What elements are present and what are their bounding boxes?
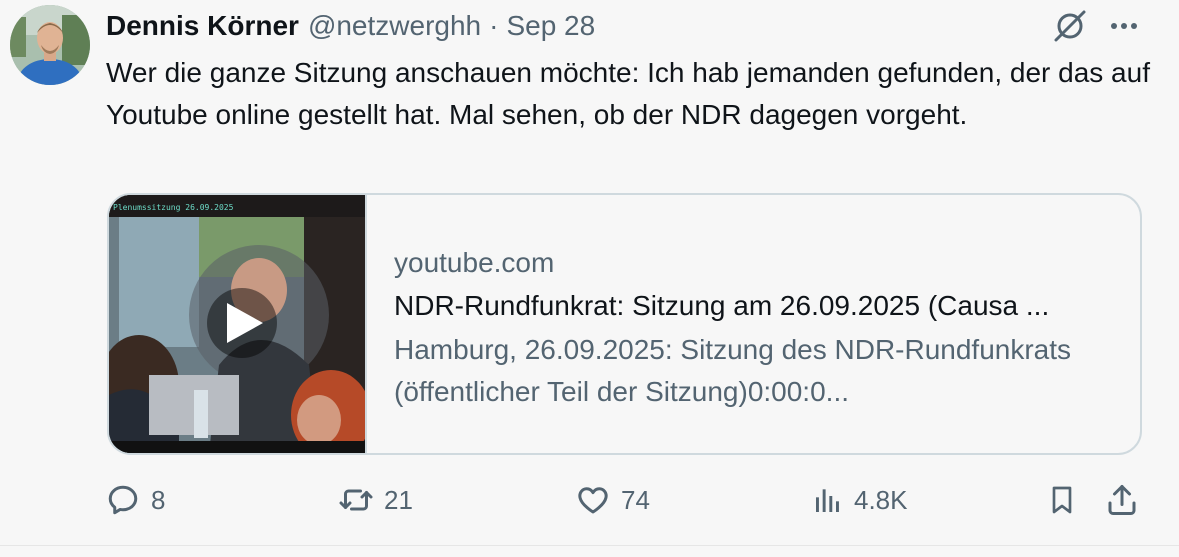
tweet[interactable]: Dennis Körner @netzwerghh · Sep 28 Wer d… [0, 0, 1179, 557]
tweet-text: Wer die ganze Sitzung anschauen möchte: … [106, 57, 1150, 130]
retweet-count: 21 [384, 484, 413, 515]
separator: · [489, 10, 499, 41]
divider [0, 545, 1179, 546]
bookmark-icon [1052, 486, 1072, 514]
card-title[interactable]: NDR-Rundfunkrat: Sitzung am 26.09.2025 (… [394, 285, 1114, 327]
thumbnail-caption: Plenumssitzung 26.09.2025 [113, 203, 234, 212]
views-count: 4.8K [854, 484, 908, 515]
bookmark-button[interactable] [1046, 478, 1078, 522]
share-icon [1108, 485, 1136, 515]
grok-icon[interactable] [1050, 6, 1090, 46]
like-button[interactable]: 74 [575, 478, 650, 522]
retweet-icon [339, 489, 373, 511]
heart-icon [578, 487, 608, 514]
action-bar: 8 21 74 4.8K [0, 478, 1179, 522]
retweet-button[interactable]: 21 [338, 478, 413, 522]
card-domain: youtube.com [394, 247, 555, 278]
link-card[interactable]: Plenumssitzung 26.09.2025 youtube.com ND… [107, 193, 1142, 455]
reply-count: 8 [151, 484, 166, 515]
reply-button[interactable]: 8 [105, 478, 165, 522]
share-button[interactable] [1104, 478, 1140, 522]
video-thumbnail[interactable]: Plenumssitzung 26.09.2025 [109, 195, 367, 453]
views-button[interactable]: 4.8K [812, 478, 908, 522]
more-icon[interactable] [1106, 12, 1142, 40]
tweet-header: Dennis Körner @netzwerghh · Sep 28 [106, 10, 595, 42]
author-name[interactable]: Dennis Körner [106, 10, 299, 42]
like-count: 74 [621, 484, 650, 515]
views-icon [816, 489, 839, 512]
tweet-date[interactable]: Sep 28 [506, 10, 595, 42]
avatar[interactable] [10, 5, 90, 85]
reply-icon [108, 485, 138, 515]
card-description: Hamburg, 26.09.2025: Sitzung des NDR-Run… [394, 334, 1072, 407]
author-handle[interactable]: @netzwerghh [308, 10, 481, 42]
card-meta: youtube.com NDR-Rundfunkrat: Sitzung am … [394, 243, 1114, 413]
